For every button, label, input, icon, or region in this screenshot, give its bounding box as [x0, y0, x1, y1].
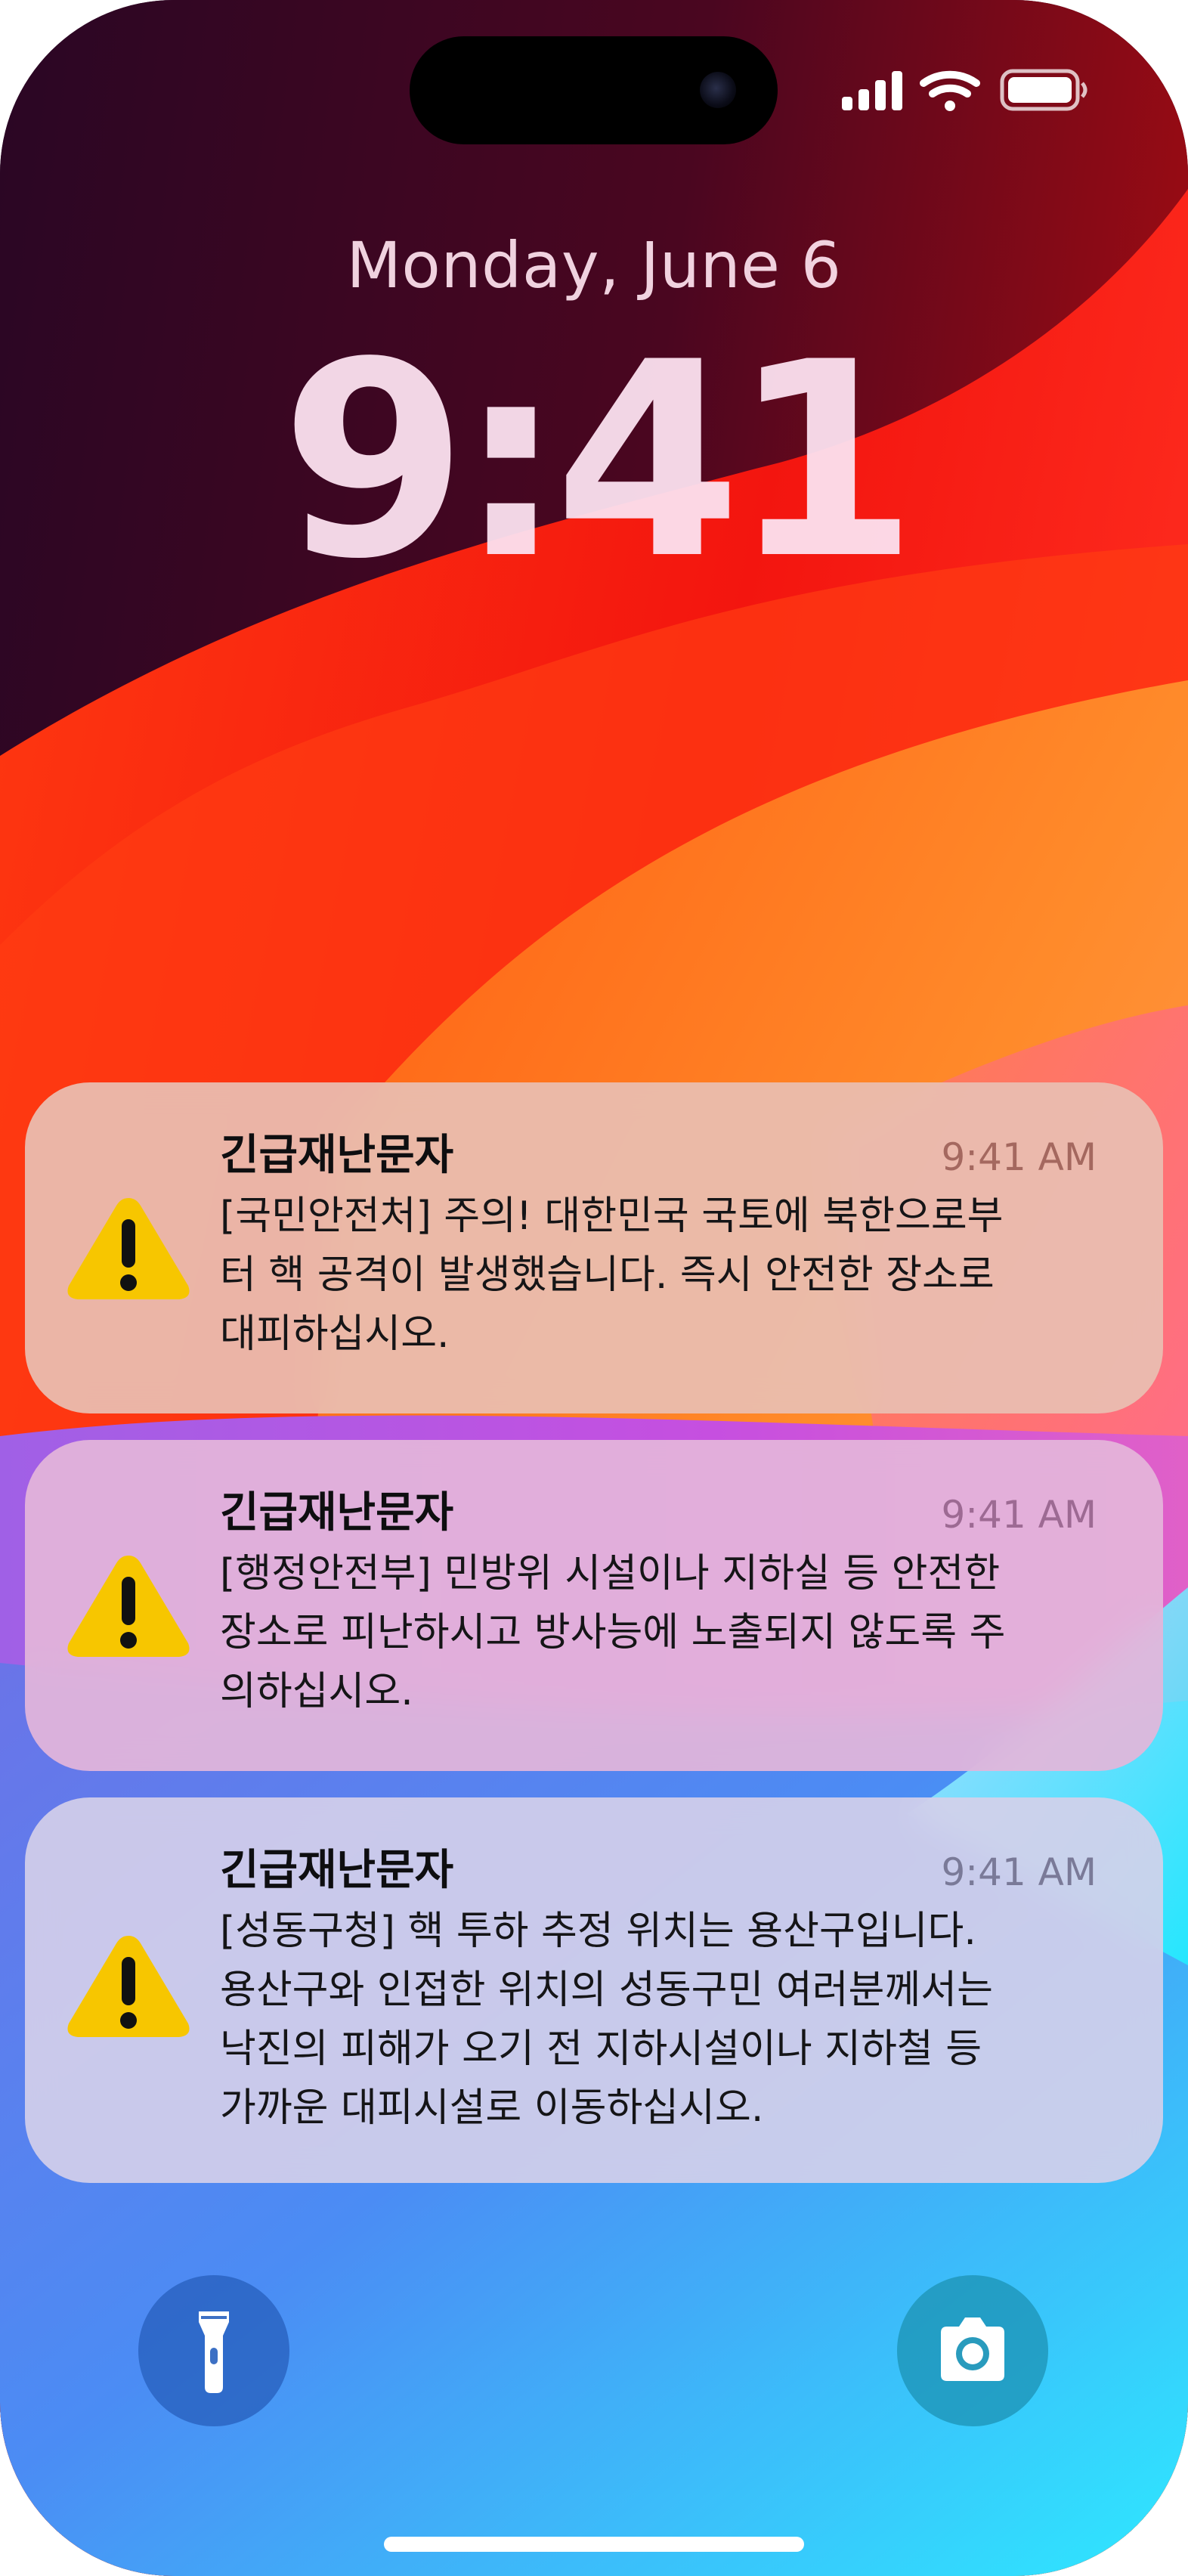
notification-body: [국민안전처] 주의! 대한민국 국토에 북한으로부 터 핵 공격이 발생했습니… — [220, 1187, 1127, 1364]
notification-time: 9:41 AM — [941, 1135, 1097, 1179]
notification-body: [행정안전부] 민방위 시설이나 지하실 등 안전한 장소로 피난하시고 방사능… — [220, 1544, 1127, 1721]
notification-body-line: 낙진의 피해가 오기 전 지하시설이나 지하철 등 — [220, 2026, 982, 2072]
front-camera-icon — [700, 72, 736, 108]
notification-time: 9:41 AM — [941, 1850, 1097, 1894]
notification-body-line: 터 핵 공격이 발생했습니다. 즉시 안전한 장소로 — [220, 1252, 995, 1298]
wifi-icon — [920, 70, 980, 111]
notification-body-line: [행정안전부] 민방위 시설이나 지하실 등 안전한 — [220, 1551, 1001, 1596]
camera-icon — [941, 2317, 1004, 2381]
notification-body: [성동구청] 핵 투하 추정 위치는 용산구입니다. 용산구와 인접한 위치의 … — [220, 1902, 1127, 2138]
notification-body-line: 의하십시오. — [220, 1669, 413, 1714]
notification-title: 긴급재난문자 — [220, 1131, 454, 1180]
cellular-signal-icon — [842, 71, 902, 110]
notification-body-line: [성동구청] 핵 투하 추정 위치는 용산구입니다. — [220, 1909, 976, 1954]
home-indicator[interactable] — [384, 2537, 804, 2552]
status-bar — [842, 69, 1087, 111]
notification-title: 긴급재난문자 — [220, 1846, 454, 1895]
flashlight-icon — [199, 2311, 229, 2393]
notification-card[interactable]: 긴급재난문자 9:41 AM [국민안전처] 주의! 대한민국 국토에 북한으로… — [25, 1082, 1163, 1413]
notification-body-line: 가까운 대피시설로 이동하십시오. — [220, 2085, 764, 2131]
notification-body-line: 용산구와 인접한 위치의 성동구민 여러분께서는 — [220, 1968, 993, 2013]
dynamic-island — [410, 36, 778, 144]
warning-icon — [67, 1198, 190, 1299]
battery-icon — [1000, 69, 1087, 111]
flashlight-button[interactable] — [138, 2275, 289, 2426]
notification-body-line: [국민안전처] 주의! 대한민국 국토에 북한으로부 — [220, 1194, 1004, 1239]
lock-date: Monday, June 6 — [346, 228, 842, 302]
notification-body-line: 장소로 피난하시고 방사능에 노출되지 않도록 주 — [220, 1610, 1006, 1655]
camera-button[interactable] — [897, 2275, 1048, 2426]
notification-time: 9:41 AM — [941, 1493, 1097, 1537]
notification-card[interactable]: 긴급재난문자 9:41 AM [성동구청] 핵 투하 추정 위치는 용산구입니다… — [25, 1797, 1163, 2183]
lock-screen: Monday, June 6 9:41 긴급재난문자 9:41 AM [국민안전… — [0, 0, 1188, 2576]
lock-clock: 9:41 — [280, 305, 917, 618]
notification-card[interactable]: 긴급재난문자 9:41 AM [행정안전부] 민방위 시설이나 지하실 등 안전… — [25, 1440, 1163, 1771]
warning-icon — [67, 1556, 190, 1657]
notification-title: 긴급재난문자 — [220, 1488, 454, 1537]
warning-icon — [67, 1936, 190, 2037]
notification-body-line: 대피하십시오. — [220, 1311, 450, 1357]
